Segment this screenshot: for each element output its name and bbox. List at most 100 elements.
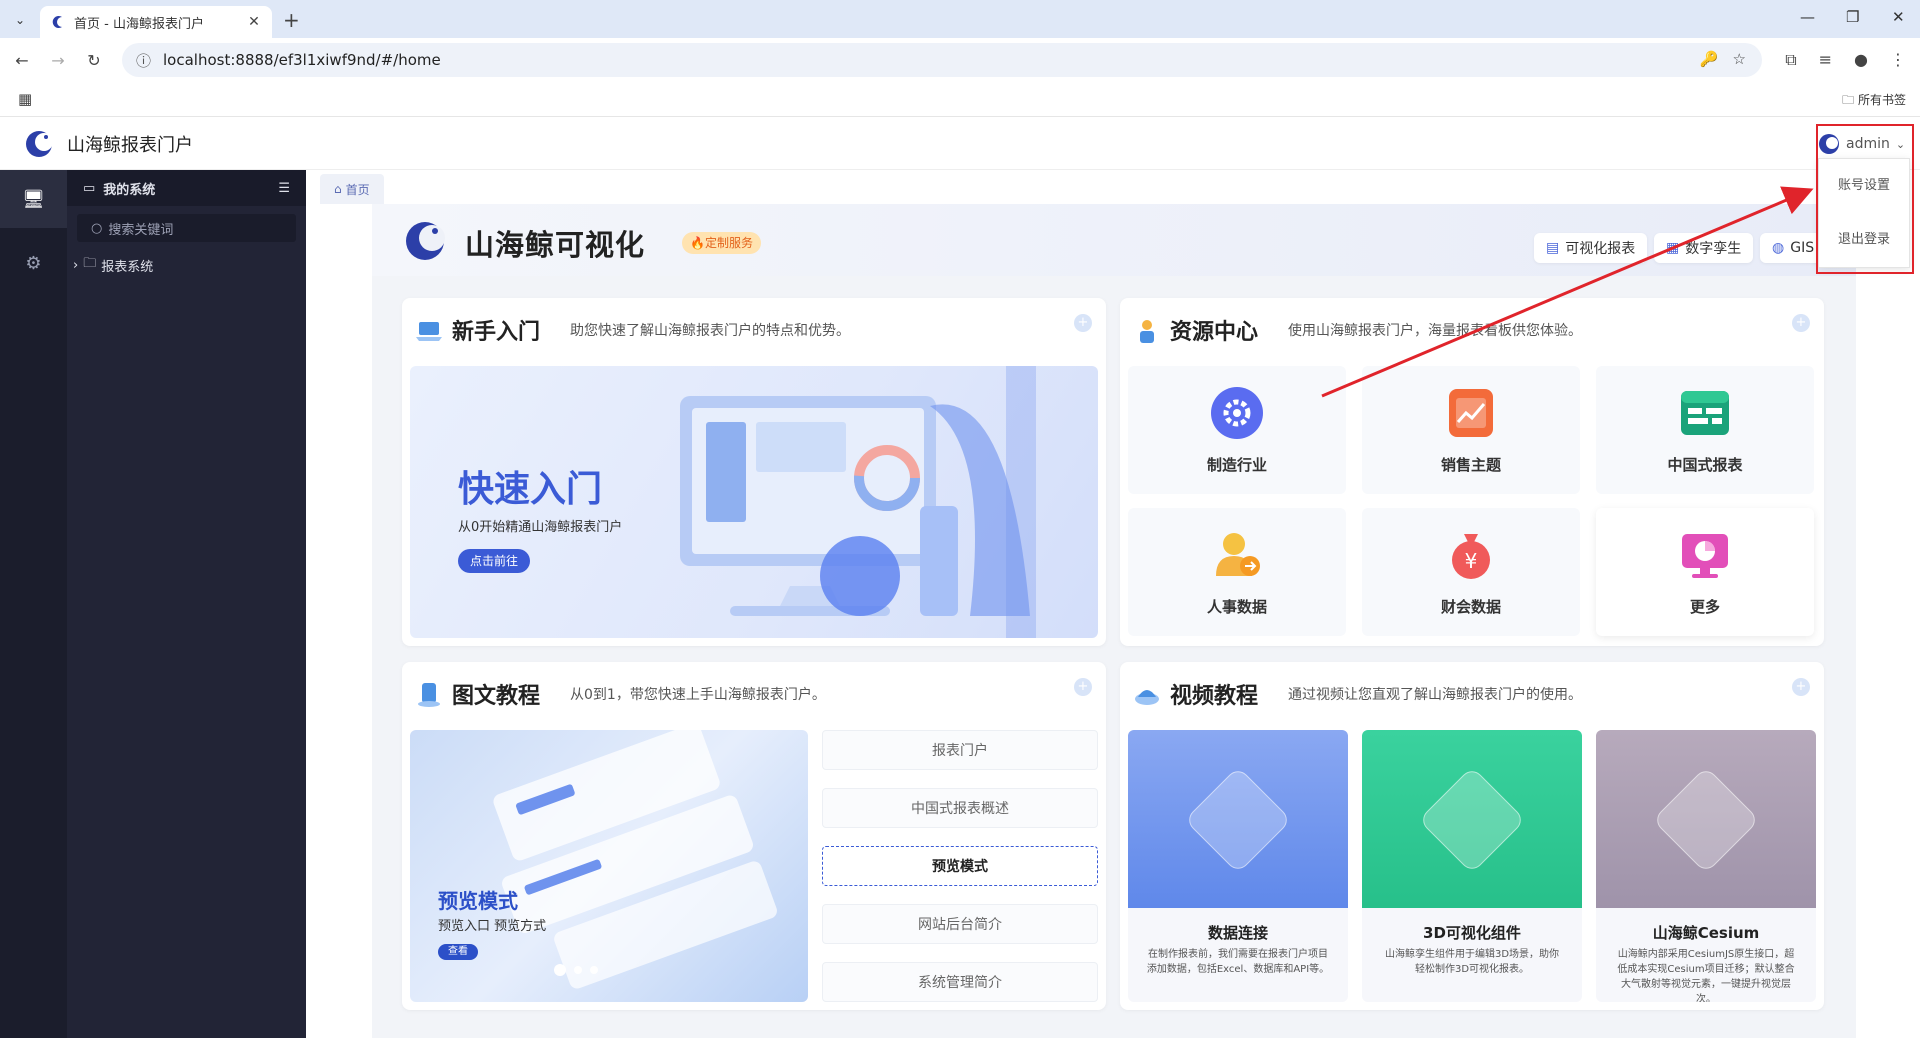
forward-icon[interactable]: → xyxy=(44,51,72,70)
tab-search-icon[interactable]: ⌄ xyxy=(10,10,30,30)
tutorial-carousel[interactable]: 预览模式 预览入口 预览方式 查看 xyxy=(410,730,808,1002)
resource-label: 财会数据 xyxy=(1440,598,1501,616)
resource-more[interactable]: 更多 xyxy=(1596,508,1814,636)
bookmark-star-icon[interactable]: 🔑 ☆ xyxy=(1700,50,1746,68)
tutorial-card: 图文教程 从0到1，带您快速上手山海鲸报表门户。 + 预览模式 预览入口 预览方 xyxy=(402,662,1106,1010)
view-button[interactable]: 查看 xyxy=(438,944,478,960)
video-desc: 山海鲸孪生组件用于编辑3D场景，助你轻松制作3D可视化报表。 xyxy=(1384,949,1560,975)
laptop-icon xyxy=(416,322,442,341)
toolbar-icons: ⧉ ≡ ● ⋮ xyxy=(1785,50,1906,70)
monitor-icon[interactable]: 🖥 xyxy=(0,170,67,228)
browser-tab-strip: ⌄ 首页 - 山海鲸报表门户 ✕ + — ❐ ✕ xyxy=(0,0,1920,38)
video-desc: 山海鲸内部采用CesiumJS原生接口，超低成本实现Cesium项目迁移；默认整… xyxy=(1617,949,1795,1002)
expand-plus-icon[interactable]: + xyxy=(1792,314,1810,332)
tree-item-report-system[interactable]: › 🗀 报表系统 xyxy=(67,250,306,280)
custom-service-badge[interactable]: 🔥定制服务 xyxy=(682,232,761,254)
resource-manufacturing[interactable]: 制造行业 xyxy=(1128,366,1346,494)
sidebar-search-input[interactable]: ○ 搜索关键词 xyxy=(77,214,296,242)
tab-title: 首页 - 山海鲸报表门户 xyxy=(74,16,204,32)
tree-item-label: 报表系统 xyxy=(101,259,154,275)
tag-home[interactable]: ⌂ 首页 xyxy=(320,174,384,204)
tutorial-item[interactable]: 中国式报表概述 xyxy=(822,788,1098,828)
sales-chart-icon xyxy=(1449,389,1493,437)
minimize-icon[interactable]: — xyxy=(1800,8,1815,26)
annotation-highlight-box xyxy=(1816,124,1914,274)
video-data-connection[interactable]: 数据连接 在制作报表前，我们需要在报表门户项目添加数据，包括Excel、数据库和… xyxy=(1128,730,1348,1002)
reading-list-icon[interactable]: ≡ xyxy=(1819,50,1832,70)
tutorial-item-active[interactable]: 预览模式 xyxy=(822,846,1098,886)
video-title: 3D可视化组件 xyxy=(1423,924,1521,942)
card-title: 资源中心 xyxy=(1170,320,1259,345)
new-tab-icon[interactable]: + xyxy=(283,8,300,32)
card-desc: 使用山海鲸报表门户，海量报表看板供您体验。 xyxy=(1288,323,1583,339)
url-text: localhost:8888/ef3l1xiwf9nd/#/home xyxy=(163,51,441,69)
hero-subtitle: 从0开始精通山海鲸报表门户 xyxy=(458,520,623,535)
video-cesium[interactable]: 山海鲸Cesium 山海鲸内部采用CesiumJS原生接口，超低成本实现Cesi… xyxy=(1596,730,1816,1002)
card-header: 新手入门 助您快速了解山海鲸报表门户的特点和优势。 xyxy=(414,314,850,346)
expand-plus-icon[interactable]: + xyxy=(1074,678,1092,696)
table-doc-icon xyxy=(1418,766,1526,874)
resource-sales[interactable]: 销售主题 xyxy=(1362,366,1580,494)
go-now-button[interactable]: 点击前往 xyxy=(458,549,531,573)
resource-label: 销售主题 xyxy=(1440,456,1501,474)
resource-label: 中国式报表 xyxy=(1667,456,1743,474)
video-title: 数据连接 xyxy=(1207,924,1268,942)
resource-chinese-report[interactable]: 中国式报表 xyxy=(1596,366,1814,494)
all-bookmarks[interactable]: 🗀 所有书签 xyxy=(1842,91,1906,112)
video-3d-components[interactable]: 3D可视化组件 山海鲸孪生组件用于编辑3D场景，助你轻松制作3D可视化报表。 xyxy=(1362,730,1582,1002)
folder-icon: 🗀 xyxy=(83,256,97,271)
card-title: 图文教程 xyxy=(452,684,541,709)
tutorial-item[interactable]: 系统管理简介 xyxy=(822,962,1098,1002)
restore-icon[interactable]: ❐ xyxy=(1846,8,1859,26)
card-desc: 通过视频让您直观了解山海鲸报表门户的使用。 xyxy=(1288,687,1583,703)
home-icon: ⌂ xyxy=(334,182,342,196)
settings-gear-icon[interactable]: ⚙ xyxy=(0,234,67,292)
monitor-small-icon: ▭ xyxy=(83,180,96,196)
brand-title: 山海鲸可视化 xyxy=(465,228,646,262)
tutorial-item[interactable]: 报表门户 xyxy=(822,730,1098,770)
card-header: 资源中心 使用山海鲸报表门户，海量报表看板供您体验。 xyxy=(1132,314,1582,346)
collapse-menu-icon[interactable]: ☰ xyxy=(278,181,290,196)
expand-plus-icon[interactable]: + xyxy=(1074,314,1092,332)
card-title: 新手入门 xyxy=(452,320,541,345)
profile-icon[interactable]: ● xyxy=(1854,50,1868,70)
video-card: 视频教程 通过视频让您直观了解山海鲸报表门户的使用。 + 数据连接 在制作报表前… xyxy=(1120,662,1824,1010)
search-icon: ○ xyxy=(91,220,103,236)
browser-tab[interactable]: 首页 - 山海鲸报表门户 ✕ xyxy=(40,6,272,38)
getting-started-card: 新手入门 助您快速了解山海鲸报表门户的特点和优势。 + 快速入门 从0开始精通山… xyxy=(402,298,1106,646)
resource-label: 人事数据 xyxy=(1206,598,1267,616)
close-tab-icon[interactable]: ✕ xyxy=(246,14,262,30)
visual-report-button[interactable]: ▤ 可视化报表 xyxy=(1534,233,1648,263)
quick-start-hero[interactable]: 快速入门 从0开始精通山海鲸报表门户 点击前往 xyxy=(410,366,1098,638)
screens-illustration-icon xyxy=(493,730,777,989)
pie-monitor-icon xyxy=(1682,534,1728,578)
expand-plus-icon[interactable]: + xyxy=(1792,678,1810,696)
hero-title: 快速入门 xyxy=(458,469,603,510)
close-window-icon[interactable]: ✕ xyxy=(1892,8,1905,26)
card-desc: 从0到1，带您快速上手山海鲸报表门户。 xyxy=(570,687,826,703)
all-bookmarks-label: 所有书签 xyxy=(1857,93,1906,107)
card-header: 视频教程 通过视频让您直观了解山海鲸报表门户的使用。 xyxy=(1132,678,1582,710)
video-thumbnail xyxy=(1362,730,1582,908)
resource-finance[interactable]: ¥ 财会数据 xyxy=(1362,508,1580,636)
twin-grid-icon: ▦ xyxy=(1666,240,1680,256)
button-label: 可视化报表 xyxy=(1565,241,1636,257)
brand-logo-icon xyxy=(406,222,445,260)
tutorial-item[interactable]: 网站后台简介 xyxy=(822,904,1098,944)
svg-text:¥: ¥ xyxy=(1465,549,1478,573)
chevron-right-icon: › xyxy=(73,257,79,273)
back-icon[interactable]: ← xyxy=(8,51,36,70)
main-area: ⌂ 首页 山海鲸可视化 🔥定制服务 ▤ 可视化报表 ▦ 数字孪生 ◍ GIS 新手入门 … xyxy=(306,170,1920,1038)
carousel-subtitle: 预览入口 预览方式 xyxy=(438,919,547,934)
extensions-icon[interactable]: ⧉ xyxy=(1785,50,1796,70)
apps-grid-icon[interactable]: ▦ xyxy=(18,90,32,108)
resource-hr[interactable]: 人事数据 xyxy=(1128,508,1346,636)
digital-twin-button[interactable]: ▦ 数字孪生 xyxy=(1654,233,1754,263)
resource-icon xyxy=(1140,320,1154,343)
site-info-icon[interactable]: ⓘ xyxy=(136,50,151,71)
resource-label: 制造行业 xyxy=(1206,456,1267,474)
reload-icon[interactable]: ↻ xyxy=(80,51,108,70)
menu-icon[interactable]: ⋮ xyxy=(1890,50,1906,70)
url-bar[interactable]: ⓘ localhost:8888/ef3l1xiwf9nd/#/home 🔑 ☆ xyxy=(122,43,1762,77)
video-thumbnail xyxy=(1128,730,1348,908)
